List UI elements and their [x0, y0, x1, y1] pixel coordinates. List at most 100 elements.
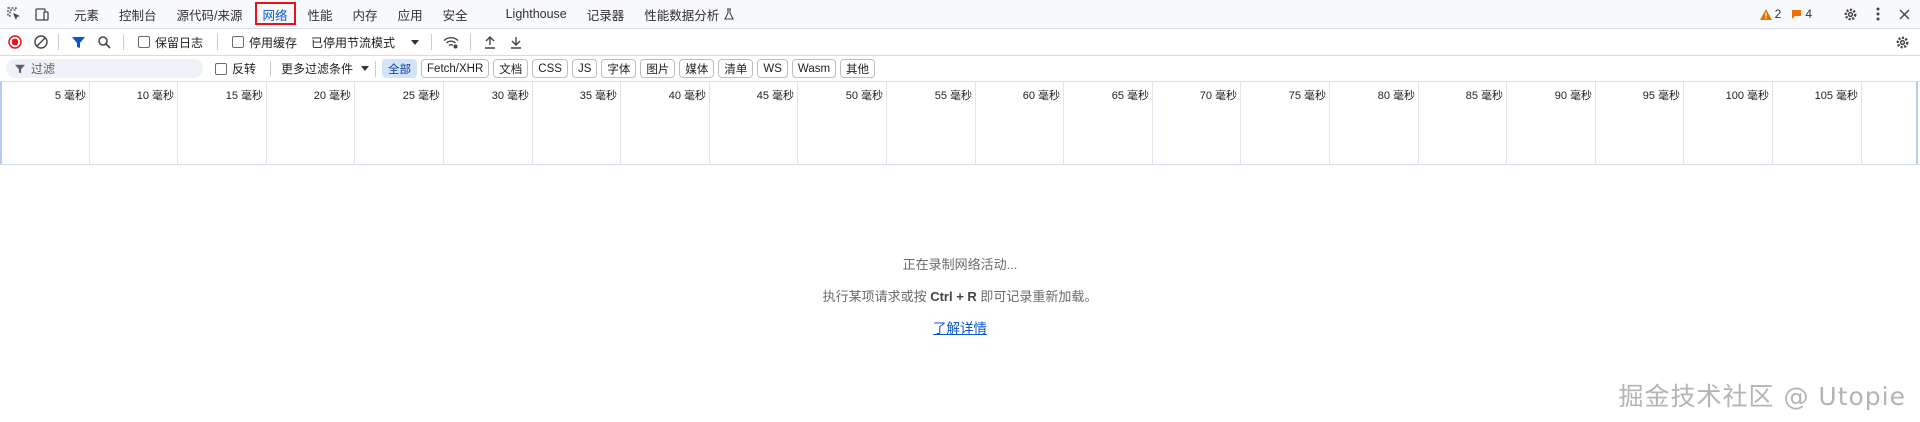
timeline-gridline: [620, 82, 621, 164]
checkbox-box[interactable]: [232, 36, 245, 48]
learn-more-link[interactable]: 了解详情: [933, 317, 987, 337]
clear-button[interactable]: [30, 29, 52, 55]
resource-type-chip[interactable]: 文档: [493, 59, 529, 78]
checkbox-box[interactable]: [215, 62, 227, 75]
toolbar-divider: [217, 34, 219, 50]
timeline-left-handle[interactable]: [0, 82, 2, 164]
preserve-log-checkbox[interactable]: 保留日志: [130, 34, 211, 51]
issues-count: 4: [1805, 7, 1812, 21]
resource-type-chip[interactable]: 全部: [382, 59, 418, 78]
resource-type-chip[interactable]: 媒体: [679, 59, 715, 78]
chevron-down-icon: [411, 39, 420, 45]
gear-icon: [1896, 36, 1909, 48]
network-toolbar: 保留日志 停用缓存 已停用节流模式: [0, 29, 1920, 56]
tab-2[interactable]: 控制台: [109, 0, 167, 28]
timeline-tick-label: 30 毫秒: [491, 90, 529, 102]
invert-label: 反转: [232, 62, 257, 76]
tab-5[interactable]: 性能: [298, 0, 343, 28]
toolbar-divider: [123, 34, 124, 50]
timeline-gridline: [443, 82, 444, 164]
import-har-button[interactable]: [477, 29, 503, 55]
reload-hint-prefix: 执行某项请求或按: [822, 289, 931, 304]
timeline-gridline: [1329, 82, 1330, 164]
more-options-icon[interactable]: [1870, 0, 1886, 28]
filter-toggle-button[interactable]: [65, 29, 91, 55]
search-icon: [97, 35, 111, 49]
tab-10[interactable]: 记录器: [577, 0, 635, 28]
timeline-gridline: [1772, 82, 1773, 164]
filter-input[interactable]: 过滤: [6, 59, 203, 78]
issues-badge[interactable]: 4: [1791, 7, 1812, 21]
throttling-value: 已停用节流模式: [311, 35, 396, 50]
network-conditions-button[interactable]: [438, 29, 464, 55]
filter-funnel-icon: [71, 36, 85, 48]
tab-9[interactable]: Lighthouse: [496, 0, 577, 28]
resource-type-chip[interactable]: JS: [571, 59, 598, 78]
toolbar-divider: [431, 34, 433, 50]
tab-6[interactable]: 内存: [343, 0, 388, 28]
timeline-gridline: [1418, 82, 1419, 164]
filter-funnel-icon: [15, 64, 25, 73]
timeline-gridline: [1152, 82, 1153, 164]
tab-7[interactable]: 应用: [388, 0, 433, 28]
search-button[interactable]: [91, 29, 117, 55]
timeline-tick-label: 40 毫秒: [668, 90, 706, 102]
warnings-count: 2: [1774, 7, 1782, 21]
issue-flag-icon: [1792, 9, 1802, 19]
filter-bar: 过滤 反转 更多过滤条件 全部 Fetch/XHR 文档 CSS JS 字体 图片 媒体 清单 W…: [0, 56, 1920, 82]
resource-type-chip[interactable]: 其他: [840, 59, 876, 78]
timeline-right-handle[interactable]: [1916, 82, 1918, 164]
disable-cache-checkbox[interactable]: 停用缓存: [224, 34, 305, 51]
resource-type-chip[interactable]: Fetch/XHR: [421, 59, 490, 78]
more-filters-dropdown[interactable]: 更多过滤条件: [277, 60, 373, 77]
tab-4[interactable]: 网络: [253, 0, 298, 28]
device-toolbar-icon[interactable]: [28, 0, 56, 28]
timeline-tick-label: 90 毫秒: [1554, 90, 1592, 102]
timeline-gridline: [266, 82, 267, 164]
resource-type-chip[interactable]: Wasm: [791, 59, 837, 78]
invert-checkbox[interactable]: 反转: [207, 60, 264, 77]
timeline-tick-label: 65 毫秒: [1111, 90, 1149, 102]
timeline-tick-label: 60 毫秒: [1022, 90, 1060, 102]
resource-type-chip[interactable]: WS: [757, 59, 788, 78]
timeline-tick-label: 35 毫秒: [579, 90, 617, 102]
timeline-tick-label: 55 毫秒: [934, 90, 972, 102]
close-devtools-icon[interactable]: [1896, 0, 1912, 28]
resource-type-chip[interactable]: 图片: [640, 59, 676, 78]
record-button[interactable]: [0, 29, 30, 55]
export-har-button[interactable]: [503, 29, 529, 55]
resource-type-chip[interactable]: 清单: [718, 59, 754, 78]
toolbar-divider: [375, 60, 377, 77]
disable-cache-label: 停用缓存: [249, 35, 298, 50]
download-icon: [511, 36, 522, 49]
experiment-flask-icon[interactable]: [723, 0, 745, 28]
tab-1[interactable]: 元素: [64, 0, 109, 28]
network-settings-button[interactable]: [1895, 29, 1920, 55]
resource-type-chip[interactable]: 字体: [601, 59, 637, 78]
timeline-tick-label: 20 毫秒: [313, 90, 351, 102]
checkbox-box[interactable]: [138, 36, 150, 48]
timeline-tick-label: 10 毫秒: [136, 90, 174, 102]
timeline-gridline: [1063, 82, 1064, 164]
timeline-gridline: [89, 82, 90, 164]
warning-icon: [1759, 8, 1772, 20]
tab-8[interactable]: 安全: [433, 0, 478, 28]
timeline-gridline: [1240, 82, 1241, 164]
throttling-select[interactable]: 已停用节流模式: [305, 34, 425, 51]
timeline-gridline: [886, 82, 887, 164]
clear-icon: [34, 35, 48, 49]
timeline-gridline: [797, 82, 798, 164]
inspect-element-icon[interactable]: [0, 0, 28, 28]
toolbar-divider: [270, 60, 272, 77]
resource-type-chip[interactable]: CSS: [532, 59, 568, 78]
tab-3[interactable]: 源代码/来源: [167, 0, 253, 28]
timeline-gridline: [1595, 82, 1596, 164]
upload-icon: [485, 35, 496, 49]
timeline-gridline: [1683, 82, 1684, 164]
settings-gear-icon[interactable]: [1840, 0, 1860, 28]
tab-11[interactable]: 性能数据分析: [634, 0, 729, 28]
timeline-overview[interactable]: 5 毫秒 10 毫秒 15 毫秒 20 毫秒 25 毫秒 30 毫秒 35 毫秒 40 毫秒 4…: [0, 82, 1920, 165]
warnings-badge[interactable]: 2: [1759, 7, 1782, 21]
devtools-tab-bar: 元素 控制台 源代码/来源 网络 性能 内存 应用 安全 Lighthouse 记录器 性能数据分析…: [0, 0, 1920, 29]
chevron-down-icon: [361, 66, 370, 71]
